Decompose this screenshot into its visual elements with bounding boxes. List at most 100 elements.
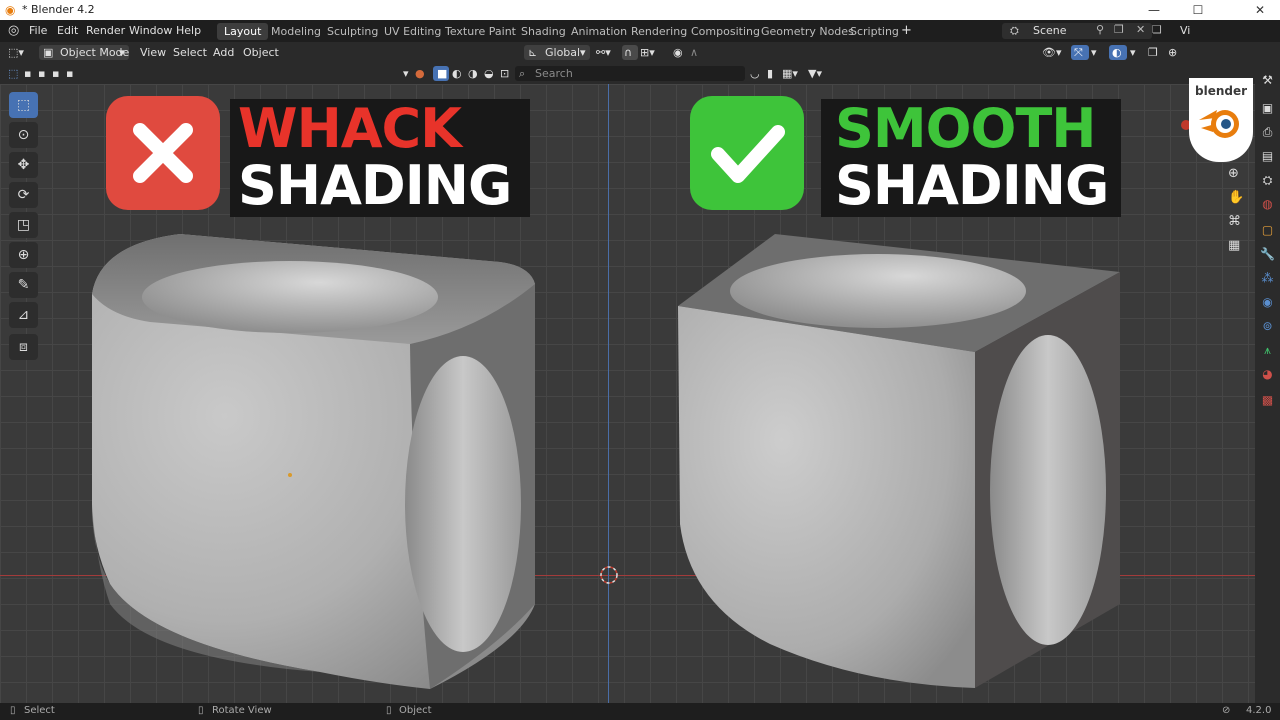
3d-cursor[interactable] bbox=[600, 566, 618, 584]
perspective-grid-icon[interactable]: ▦ bbox=[1228, 238, 1240, 253]
scene-icon: ⛭ bbox=[1010, 24, 1019, 37]
close-button[interactable]: ✕ bbox=[1242, 0, 1278, 20]
camera-view-icon[interactable]: ⌘ bbox=[1228, 214, 1241, 229]
particles-properties-icon[interactable]: ⁂ bbox=[1259, 270, 1276, 287]
annotate-tool[interactable]: ✎ bbox=[9, 272, 38, 298]
tab-texture-paint[interactable]: Texture Paint bbox=[438, 23, 523, 40]
whack-shaded-mesh[interactable] bbox=[92, 234, 535, 689]
tab-modeling[interactable]: Modeling bbox=[264, 23, 328, 40]
blender-menu-icon[interactable]: ◎ bbox=[8, 23, 19, 38]
scene-selector[interactable] bbox=[1002, 23, 1152, 39]
chevron-down-icon: ▾ bbox=[119, 46, 125, 59]
add-cube-tool[interactable]: ⧈ bbox=[9, 334, 38, 360]
select-box-tool[interactable]: ⬚ bbox=[9, 92, 38, 118]
viewport-header: ⬚▾ ▣ Object Mode ▾ View Select Add Objec… bbox=[0, 42, 1280, 63]
output-properties-icon[interactable]: ⎙ bbox=[1259, 124, 1276, 141]
menu-file[interactable]: File bbox=[29, 24, 47, 37]
menu-help[interactable]: Help bbox=[176, 24, 201, 37]
transform-orientation-label: Global bbox=[545, 46, 581, 59]
select-extend-icon[interactable]: ▪ bbox=[38, 66, 45, 81]
physics-properties-icon[interactable]: ◉ bbox=[1259, 294, 1276, 311]
maximize-button[interactable]: ☐ bbox=[1180, 0, 1216, 20]
rotate-tool[interactable]: ⟳ bbox=[9, 182, 38, 208]
smooth-shaded-mesh[interactable] bbox=[678, 234, 1120, 688]
proportional-edit-icon[interactable]: ◉ bbox=[673, 45, 683, 60]
add-workspace-button[interactable]: + bbox=[901, 23, 912, 38]
move-tool[interactable]: ✥ bbox=[9, 152, 38, 178]
wireframe-shading-icon[interactable]: ⊕ bbox=[1168, 45, 1177, 60]
select-new-icon[interactable]: ▪ bbox=[24, 66, 31, 81]
data-properties-icon[interactable]: ⩚ bbox=[1259, 342, 1276, 359]
tab-sculpting[interactable]: Sculpting bbox=[320, 23, 385, 40]
search-input[interactable]: Search bbox=[515, 66, 745, 81]
magnet-icon: ∩ bbox=[624, 46, 633, 59]
menu-render[interactable]: Render bbox=[86, 24, 125, 37]
menu-select[interactable]: Select bbox=[173, 45, 207, 60]
falloff-icon[interactable]: ∧ bbox=[690, 45, 698, 60]
search-icon: ⌕ bbox=[519, 67, 526, 80]
object-visibility-icon[interactable]: 👁▾ bbox=[1042, 45, 1062, 60]
filter-icon[interactable]: ▼▾ bbox=[808, 66, 822, 81]
tab-scripting[interactable]: Scripting bbox=[843, 23, 906, 40]
window-title: * Blender 4.2 bbox=[22, 3, 95, 16]
chevron-down-icon[interactable]: ▾ bbox=[1091, 45, 1097, 60]
modifier-properties-icon[interactable]: 🔧 bbox=[1259, 246, 1276, 263]
material-properties-icon[interactable]: ◕ bbox=[1259, 366, 1276, 383]
menu-view[interactable]: View bbox=[140, 45, 166, 60]
tab-layout[interactable]: Layout bbox=[217, 23, 269, 40]
overlay-icon: ◐ bbox=[1112, 46, 1122, 59]
menu-object[interactable]: Object bbox=[243, 45, 279, 60]
status-bar: ▯ Select ▯ Rotate View ▯ Object ⊘ 4.2.0 bbox=[0, 703, 1280, 720]
scale-tool[interactable]: ◳ bbox=[9, 212, 38, 238]
gizmo-icon: ⤧ bbox=[1074, 46, 1083, 59]
3d-viewport[interactable]: WHACK SHADING SMOOTH SHADING ⬚ ⊙ ✥ ⟳ ◳ ⊕… bbox=[0, 84, 1255, 703]
left-title-line-1: WHACK bbox=[238, 97, 462, 160]
transform-tool[interactable]: ⊕ bbox=[9, 242, 38, 268]
pin-icon[interactable]: ⚲ bbox=[1096, 23, 1104, 36]
zoom-icon[interactable]: ⊕ bbox=[1228, 166, 1239, 181]
version-label: 4.2.0 bbox=[1246, 705, 1272, 716]
orientation-icon: ⊾ bbox=[528, 46, 538, 59]
material-sphere-icon[interactable]: ◑ bbox=[468, 66, 478, 81]
delete-scene-icon[interactable]: ✕ bbox=[1136, 23, 1145, 36]
view-layer-properties-icon[interactable]: ▤ bbox=[1259, 148, 1276, 165]
rendered-sphere-icon[interactable]: ◒ bbox=[484, 66, 494, 81]
tool-properties-icon[interactable]: ⚒ bbox=[1259, 72, 1276, 89]
pivot-point-icon[interactable]: ⚯▾ bbox=[596, 45, 611, 60]
status-object: Object bbox=[399, 705, 432, 716]
view-layer-name[interactable]: Vi bbox=[1180, 24, 1190, 37]
snap-target-icon[interactable]: ⊞▾ bbox=[640, 45, 655, 60]
cross-mark-icon bbox=[106, 96, 220, 210]
editor-type-icon[interactable]: ⬚▾ bbox=[8, 45, 24, 60]
constraints-properties-icon[interactable]: ⊚ bbox=[1259, 318, 1276, 335]
object-properties-icon[interactable]: ▢ bbox=[1259, 222, 1276, 239]
scene-properties-icon[interactable]: ⛭ bbox=[1259, 172, 1276, 189]
measure-tool[interactable]: ⊿ bbox=[9, 302, 38, 328]
viewport-shading-color-icon[interactable]: ● bbox=[415, 66, 425, 81]
bookmark-icon[interactable]: ▮ bbox=[767, 66, 773, 81]
layout-icon[interactable]: ▦▾ bbox=[782, 66, 798, 81]
window-title-bar: ◉ * Blender 4.2 — ☐ ✕ bbox=[0, 0, 1280, 20]
menu-window[interactable]: Window bbox=[129, 24, 172, 37]
select-invert-icon[interactable]: ▪ bbox=[66, 66, 73, 81]
xray-icon[interactable]: ❐ bbox=[1148, 45, 1158, 60]
filter-toggle-icon[interactable]: ◡ bbox=[750, 66, 760, 81]
chevron-down-icon[interactable]: ▾ bbox=[403, 66, 409, 81]
texture-properties-icon[interactable]: ▩ bbox=[1259, 392, 1276, 409]
menu-edit[interactable]: Edit bbox=[57, 24, 78, 37]
chevron-down-icon[interactable]: ▾ bbox=[1130, 45, 1136, 60]
minimize-button[interactable]: — bbox=[1136, 0, 1172, 20]
status-select: Select bbox=[24, 705, 55, 716]
new-scene-icon[interactable]: ❐ bbox=[1114, 23, 1124, 36]
render-properties-icon[interactable]: ▣ bbox=[1259, 100, 1276, 117]
world-properties-icon[interactable]: ◍ bbox=[1259, 196, 1276, 213]
camera-icon[interactable]: ⊡ bbox=[500, 66, 509, 81]
solid-sphere-icon[interactable]: ◐ bbox=[452, 66, 462, 81]
right-title-line-1: SMOOTH bbox=[835, 97, 1096, 160]
menu-add[interactable]: Add bbox=[213, 45, 234, 60]
cursor-tool[interactable]: ⊙ bbox=[9, 122, 38, 148]
pan-hand-icon[interactable]: ✋ bbox=[1228, 190, 1244, 205]
mouse-left-icon: ▯ bbox=[10, 705, 16, 716]
select-subtract-icon[interactable]: ▪ bbox=[52, 66, 59, 81]
select-box-icon[interactable]: ⬚ bbox=[8, 66, 18, 81]
